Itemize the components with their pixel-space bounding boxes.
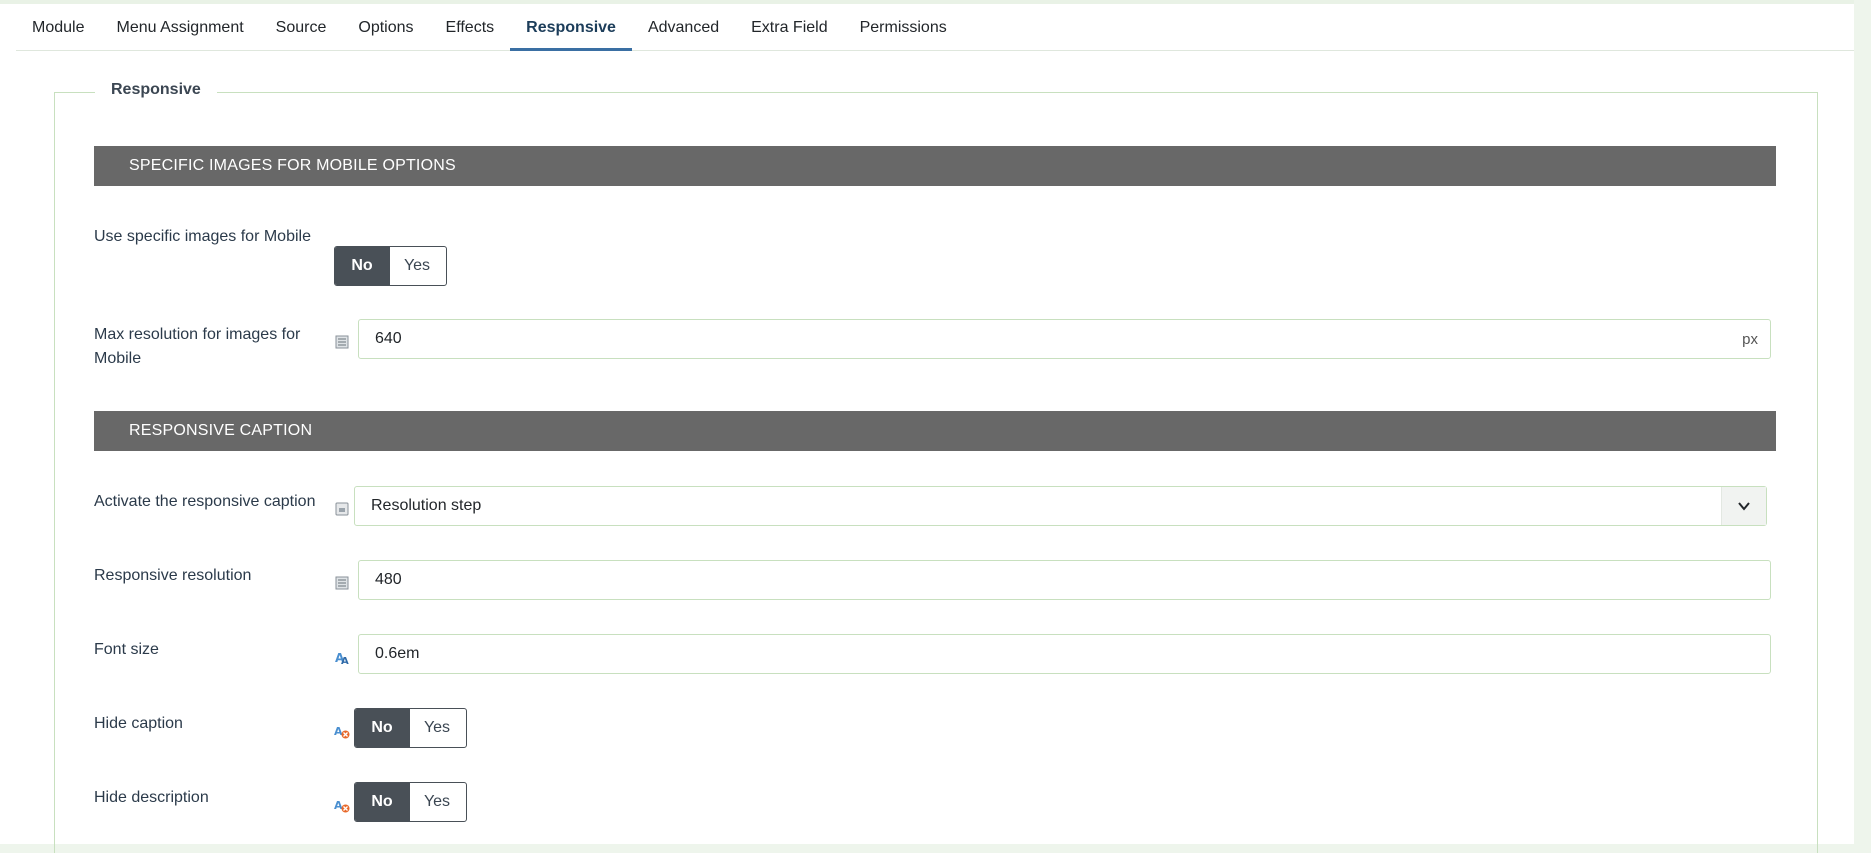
- hide-description-no-button[interactable]: No: [355, 783, 409, 821]
- tab-menu-assignment[interactable]: Menu Assignment: [100, 8, 259, 51]
- tab-permissions[interactable]: Permissions: [844, 8, 963, 51]
- tab-responsive[interactable]: Responsive: [510, 8, 632, 51]
- hide-caption-no-button[interactable]: No: [355, 709, 409, 747]
- hide-caption-yes-button[interactable]: Yes: [409, 709, 464, 747]
- font-hide-icon: A: [334, 799, 350, 813]
- px-suffix: px: [1742, 330, 1758, 348]
- label-activate-caption: Activate the responsive caption: [94, 493, 316, 510]
- svg-text:A: A: [341, 656, 349, 665]
- max-resolution-value: 640: [375, 330, 402, 347]
- hide-caption-toggle: No Yes: [354, 708, 467, 748]
- responsive-fieldset: Responsive: [54, 81, 1818, 853]
- activate-caption-select[interactable]: Resolution step: [354, 486, 1767, 526]
- select-icon: [335, 502, 349, 516]
- font-icon: A A: [335, 651, 349, 665]
- responsive-resolution-value: 480: [375, 571, 402, 588]
- label-hide-description: Hide description: [94, 789, 209, 806]
- tab-extra-field[interactable]: Extra Field: [735, 8, 843, 51]
- label-max-resolution-line1: Max resolution for images for: [94, 326, 301, 343]
- use-mobile-images-no-button[interactable]: No: [335, 247, 389, 285]
- section-header-responsive-caption: RESPONSIVE CAPTION: [94, 411, 1776, 451]
- tab-advanced[interactable]: Advanced: [632, 8, 735, 51]
- label-max-resolution: Max resolution for images for Mobile: [94, 323, 324, 371]
- svg-text:A: A: [334, 799, 343, 812]
- list-icon: [335, 576, 349, 590]
- label-use-mobile-images: Use specific images for Mobile: [94, 228, 311, 245]
- use-mobile-images-toggle: No Yes: [334, 246, 447, 286]
- list-icon: [335, 335, 349, 349]
- fieldset-legend: Responsive: [95, 81, 217, 99]
- font-size-value: 0.6em: [375, 645, 420, 662]
- font-hide-icon: A: [334, 725, 350, 739]
- max-resolution-input[interactable]: 640 px: [358, 319, 1771, 359]
- tab-bar: Module Menu Assignment Source Options Ef…: [16, 8, 1854, 51]
- label-hide-caption: Hide caption: [94, 715, 183, 732]
- tab-source[interactable]: Source: [260, 8, 343, 51]
- label-max-resolution-line2: Mobile: [94, 350, 142, 367]
- tab-options[interactable]: Options: [342, 8, 429, 51]
- label-font-size: Font size: [94, 641, 159, 658]
- module-edit-panel: Module Menu Assignment Source Options Ef…: [0, 0, 1854, 853]
- label-responsive-resolution: Responsive resolution: [94, 567, 252, 584]
- font-size-input[interactable]: 0.6em: [358, 634, 1771, 674]
- hide-description-yes-button[interactable]: Yes: [409, 783, 464, 821]
- use-mobile-images-yes-button[interactable]: Yes: [389, 247, 444, 285]
- hide-description-toggle: No Yes: [354, 782, 467, 822]
- tab-effects[interactable]: Effects: [430, 8, 511, 51]
- chevron-down-icon[interactable]: [1721, 487, 1766, 525]
- responsive-resolution-input[interactable]: 480: [358, 560, 1771, 600]
- activate-caption-value: Resolution step: [371, 497, 482, 514]
- svg-text:A: A: [334, 725, 343, 738]
- section-header-mobile-images: SPECIFIC IMAGES FOR MOBILE OPTIONS: [94, 146, 1776, 186]
- tab-module[interactable]: Module: [16, 8, 100, 51]
